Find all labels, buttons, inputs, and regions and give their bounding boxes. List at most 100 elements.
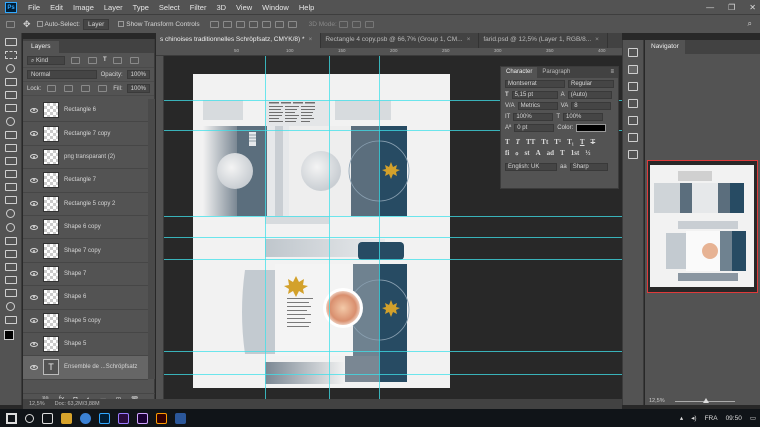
kerning-field[interactable]: Metrics	[517, 101, 558, 110]
status-doc-size[interactable]: Doc: 63,2M/3,88M	[55, 401, 100, 407]
restore-button[interactable]: ❐	[728, 3, 735, 12]
tab-layers[interactable]: Layers	[23, 41, 59, 53]
adjustments-panel-icon[interactable]	[628, 150, 638, 159]
filter-pixel-icon[interactable]	[71, 56, 80, 64]
faux-italic-button[interactable]: T	[516, 138, 520, 146]
3d-pan-icon[interactable]	[364, 20, 374, 28]
menu-select[interactable]: Select	[154, 3, 185, 12]
guide-line[interactable]	[164, 216, 622, 217]
guide-line[interactable]	[164, 237, 622, 238]
language-dropdown[interactable]: English: UK	[505, 162, 557, 171]
frame-tool-icon[interactable]	[4, 104, 17, 112]
discretionary-ligatures-button[interactable]: st	[525, 149, 530, 157]
visibility-eye-icon[interactable]	[30, 131, 38, 137]
guide-line[interactable]	[379, 56, 380, 399]
baseline-shift-field[interactable]: 0 pt	[514, 123, 555, 132]
layer-row[interactable]: Rectangle 5 copy 2	[23, 193, 148, 216]
search-icon[interactable]	[25, 413, 34, 423]
font-size-field[interactable]: 5,15 pt	[511, 90, 558, 99]
opacity-field[interactable]: 100%	[126, 70, 150, 79]
horizontal-ruler[interactable]: 50 100 150 200 250 300 350 400	[156, 48, 622, 56]
leading-field[interactable]: (Auto)	[567, 90, 612, 99]
layer-kind-filter[interactable]: ⌕ Kind	[27, 55, 65, 65]
navigator-zoom-field[interactable]: 12,5%	[649, 398, 665, 404]
zoom-slider-handle[interactable]	[703, 398, 709, 403]
layer-row[interactable]: Shape 6	[23, 286, 148, 310]
quick-select-tool-icon[interactable]	[4, 78, 17, 86]
menu-image[interactable]: Image	[68, 3, 99, 12]
visibility-eye-icon[interactable]	[30, 318, 38, 324]
clock[interactable]: 09:50	[726, 415, 742, 422]
healing-brush-tool-icon[interactable]	[4, 131, 17, 139]
panel-menu-icon[interactable]: ≡	[606, 67, 618, 78]
marquee-tool-icon[interactable]	[4, 51, 17, 59]
zoom-tool-icon[interactable]	[6, 302, 15, 311]
visibility-eye-icon[interactable]	[30, 294, 38, 300]
swash-button[interactable]: A	[536, 149, 541, 157]
all-caps-button[interactable]: TT	[526, 138, 535, 146]
gradient-tool-icon[interactable]	[4, 196, 17, 204]
close-tab-icon[interactable]: ×	[467, 36, 471, 43]
doc-tab-active[interactable]: s chinoises traditionnelles Schröpfsatz,…	[156, 33, 322, 48]
old-style-button[interactable]: ℴ	[515, 149, 518, 157]
brush-panel-icon[interactable]	[628, 99, 638, 108]
align-left-icon[interactable]	[209, 20, 219, 28]
aftereffects-icon[interactable]	[137, 412, 148, 424]
lock-artboard-icon[interactable]	[81, 85, 91, 92]
ligatures-button[interactable]: fi	[505, 149, 509, 157]
move-tool-icon[interactable]: ✥	[23, 19, 31, 30]
small-caps-button[interactable]: Tt	[541, 138, 548, 146]
layer-row[interactable]: Rectangle 6	[23, 99, 148, 123]
close-tab-icon[interactable]: ×	[309, 36, 313, 43]
crop-tool-icon[interactable]	[4, 91, 17, 99]
fill-field[interactable]: 100%	[126, 84, 150, 93]
brush-tool-icon[interactable]	[4, 144, 17, 152]
show-transform-checkbox[interactable]	[118, 21, 125, 27]
workspace-search-icon[interactable]: ⌕	[748, 19, 752, 29]
character-panel-icon[interactable]	[628, 65, 638, 74]
blur-tool-icon[interactable]	[6, 209, 15, 218]
faux-bold-button[interactable]: T	[505, 138, 510, 146]
lock-pixels-icon[interactable]	[47, 85, 57, 92]
rectangle-tool-icon[interactable]	[4, 276, 17, 284]
layer-row[interactable]: Rectangle 7 copy	[23, 122, 148, 146]
properties-panel-icon[interactable]	[628, 133, 638, 142]
auto-select-dropdown[interactable]: Layer	[82, 18, 110, 30]
lasso-tool-icon[interactable]	[6, 64, 15, 73]
visibility-eye-icon[interactable]	[30, 154, 38, 160]
network-icon[interactable]: ▴	[680, 414, 683, 422]
tab-paragraph[interactable]: Paragraph	[537, 67, 575, 78]
close-button[interactable]: ✕	[749, 3, 756, 12]
titling-button[interactable]: T	[560, 149, 565, 157]
filter-smart-object-icon[interactable]	[129, 56, 139, 64]
eyedropper-tool-icon[interactable]	[6, 117, 15, 126]
lock-all-icon[interactable]	[98, 85, 108, 92]
layer-row[interactable]: Rectangle 7	[23, 169, 148, 193]
blend-mode-dropdown[interactable]: Normal	[27, 70, 97, 79]
browser-icon[interactable]	[80, 412, 91, 424]
distribute-icon[interactable]	[287, 20, 297, 28]
pen-tool-icon[interactable]	[4, 237, 17, 245]
menu-view[interactable]: View	[231, 3, 257, 12]
visibility-eye-icon[interactable]	[30, 364, 38, 370]
guide-line[interactable]	[265, 56, 266, 399]
home-icon[interactable]	[6, 20, 15, 28]
navigator-preview[interactable]	[647, 160, 758, 293]
vertical-scale-field[interactable]: 100%	[513, 112, 554, 121]
type-tool-icon[interactable]	[4, 250, 17, 258]
word-icon[interactable]	[175, 412, 186, 424]
align-right-icon[interactable]	[235, 20, 245, 28]
doc-tab[interactable]: Rectangle 4 copy.psb @ 66,7% (Group 1, C…	[321, 33, 480, 48]
menu-file[interactable]: File	[23, 3, 45, 12]
navigator-zoom-slider[interactable]	[675, 398, 735, 403]
lock-position-icon[interactable]	[64, 85, 74, 92]
tab-navigator[interactable]: Navigator	[645, 40, 685, 54]
task-view-icon[interactable]	[42, 412, 53, 424]
filter-shape-icon[interactable]	[112, 56, 122, 64]
paragraph-panel-icon[interactable]	[628, 82, 638, 91]
layer-row[interactable]: Shape 6 copy	[23, 216, 148, 240]
guide-line[interactable]	[164, 374, 622, 375]
align-bottom-icon[interactable]	[274, 20, 284, 28]
start-icon[interactable]	[6, 412, 17, 424]
status-zoom[interactable]: 12,5%	[29, 401, 45, 407]
